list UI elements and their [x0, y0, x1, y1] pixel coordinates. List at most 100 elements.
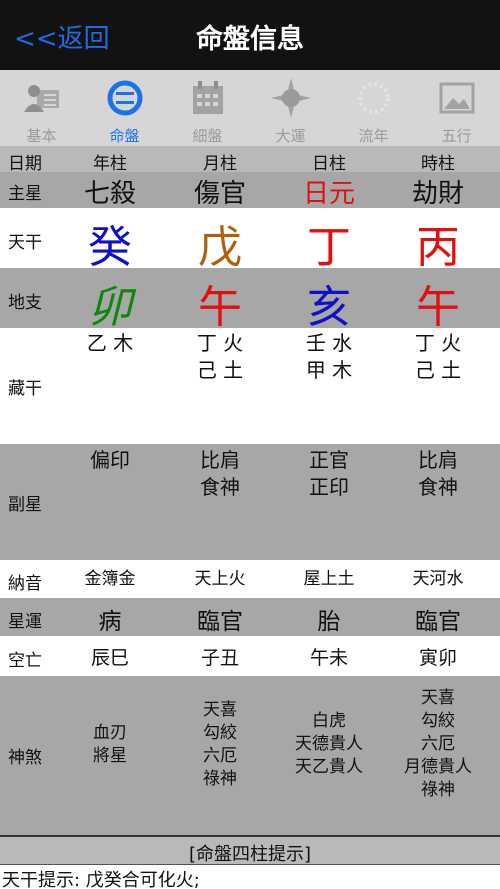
main-star-cell: 日元	[302, 179, 355, 209]
row-label: 空亡	[8, 651, 42, 671]
hidden-stem-line: 己 土	[414, 358, 462, 382]
shensha-line: 白虎	[312, 711, 346, 731]
column-header: 年柱	[93, 154, 127, 174]
tab-chart[interactable]: 命盤	[83, 70, 166, 146]
stem-cell: 癸	[88, 222, 132, 273]
row-label: 藏干	[8, 379, 42, 399]
hidden-stem-line: 丁 火	[414, 331, 462, 355]
picture-icon	[439, 82, 474, 114]
row-label: 納音	[8, 574, 42, 594]
chart-circle-icon	[107, 80, 142, 116]
void-cell: 寅卯	[418, 647, 457, 669]
hidden-stems-row: 藏干 乙 木 丁 火 己 土 壬 水 甲 木 丁 火 己 土	[0, 328, 500, 444]
void-row: 空亡 辰巳 子丑 午未 寅卯	[0, 636, 500, 676]
tab-label: 命盤	[109, 127, 140, 145]
secondary-star-line: 食神	[418, 475, 458, 499]
secondary-star-cell: 偏印	[55, 447, 165, 474]
main-star-cell: 傷官	[193, 179, 246, 209]
hint-text: 天干提示: 戊癸合可化火;	[0, 864, 500, 889]
main-star-row: 主星 七殺 傷官 日元 劫財	[0, 172, 500, 209]
row-label: 天干	[8, 233, 42, 253]
tab-detail[interactable]: 細盤	[166, 70, 249, 146]
secondary-star-line: 食神	[200, 475, 240, 499]
shensha-line: 勾絞	[421, 711, 455, 731]
column-header: 時柱	[421, 154, 455, 174]
star-luck-cell: 臨官	[197, 609, 243, 635]
shensha-line: 六厄	[203, 746, 237, 766]
nayin-cell: 天河水	[412, 569, 464, 589]
tab-year[interactable]: 流年	[332, 70, 415, 146]
tab-label: 大運	[275, 127, 306, 145]
shensha-line: 祿神	[203, 769, 237, 789]
shensha-line: 勾絞	[203, 723, 237, 743]
star-luck-cell: 胎	[317, 609, 341, 635]
secondary-star-line: 比肩	[200, 448, 240, 472]
void-cell: 辰巳	[90, 647, 129, 669]
secondary-star-row: 副星 偏印 比肩 食神 正官 正印 比肩 食神	[0, 444, 500, 560]
row-label: 主星	[8, 184, 42, 204]
tab-basic[interactable]: 基本	[0, 70, 83, 146]
stem-cell: 丁	[307, 222, 351, 273]
tab-bar: 基本 命盤 細盤 大運 流年 五行	[0, 70, 500, 146]
nayin-cell: 金簿金	[84, 569, 136, 589]
main-star-cell: 七殺	[83, 179, 136, 209]
tab-label: 五行	[441, 127, 472, 145]
shensha-line: 天喜	[421, 688, 455, 708]
hidden-stem-line: 己 土	[196, 358, 244, 382]
nav-bar: <<返回 命盤信息	[0, 0, 500, 70]
secondary-star-cell: 正官 正印	[273, 447, 385, 501]
shensha-line: 月德貴人	[404, 757, 472, 777]
shensha-line: 血刃	[93, 723, 127, 743]
hint-section-title: [命盤四柱提示]	[0, 835, 500, 865]
sun-ring-icon	[357, 82, 390, 114]
hidden-stem-line: 壬 水	[305, 331, 353, 355]
earthly-branch-row: 地支 卯 午 亥 午	[0, 268, 500, 333]
hidden-stem-cell: 壬 水 甲 木	[273, 330, 385, 384]
column-header: 月柱	[203, 154, 237, 174]
row-label: 副星	[8, 495, 42, 515]
shensha-cell: 天喜 勾絞 六厄 月德貴人 祿神	[383, 687, 493, 802]
hidden-stem-line: 丁 火	[196, 331, 244, 355]
secondary-star-line: 偏印	[90, 448, 130, 472]
shensha-row: 神煞 血刃 將星 天喜 勾絞 六厄 祿神 白虎 天德貴人 天乙貴人 天喜 勾絞 …	[0, 676, 500, 834]
header-row: 日期 年柱 月柱 日柱 時柱	[0, 146, 500, 174]
branch-cell: 午	[198, 282, 242, 333]
hidden-stem-cell: 丁 火 己 土	[383, 330, 493, 384]
tab-elements[interactable]: 五行	[415, 70, 498, 146]
page-title: 命盤信息	[196, 24, 304, 55]
shensha-line: 祿神	[421, 780, 455, 800]
star-luck-cell: 病	[98, 609, 122, 635]
shensha-line: 六厄	[421, 734, 455, 754]
branch-cell: 亥	[307, 282, 351, 333]
shensha-line: 將星	[93, 746, 127, 766]
stem-cell: 丙	[416, 222, 460, 273]
stem-cell: 戊	[198, 222, 242, 273]
calendar-icon	[192, 81, 223, 114]
tab-label: 基本	[26, 127, 57, 145]
void-cell: 午未	[309, 647, 348, 669]
tab-decade[interactable]: 大運	[249, 70, 332, 146]
row-label: 神煞	[8, 748, 42, 768]
branch-cell: 午	[416, 282, 460, 333]
hidden-stem-cell: 丁 火 己 土	[165, 330, 275, 384]
hidden-stem-line: 乙 木	[86, 331, 134, 355]
heavenly-stem-row: 天干 癸 戊 丁 丙	[0, 208, 500, 273]
column-header: 日柱	[312, 154, 346, 174]
main-star-cell: 劫財	[411, 179, 464, 209]
secondary-star-line: 正官	[309, 448, 349, 472]
shensha-line: 天喜	[203, 700, 237, 720]
tab-label: 細盤	[192, 127, 223, 145]
hidden-stem-line: 甲 木	[305, 358, 353, 382]
star-luck-cell: 臨官	[415, 609, 461, 635]
hidden-stem-cell: 乙 木	[55, 330, 165, 357]
nayin-cell: 屋上土	[303, 569, 355, 589]
shensha-cell: 天喜 勾絞 六厄 祿神	[165, 699, 275, 791]
shensha-line: 天乙貴人	[295, 757, 363, 777]
nayin-row: 納音 金簿金 天上火 屋上土 天河水	[0, 560, 500, 598]
nayin-cell: 天上火	[194, 569, 246, 589]
shensha-cell: 血刃 將星	[55, 722, 165, 768]
shensha-line: 天德貴人	[295, 734, 363, 754]
row-label: 地支	[8, 293, 42, 313]
row-label: 日期	[8, 154, 42, 174]
compass-star-icon	[270, 78, 311, 118]
